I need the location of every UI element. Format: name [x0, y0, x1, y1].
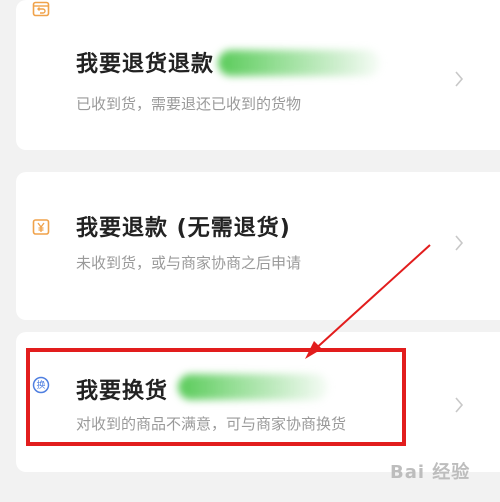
annotation-arrow [305, 244, 431, 359]
watermark: Bai 经验 [390, 462, 471, 483]
